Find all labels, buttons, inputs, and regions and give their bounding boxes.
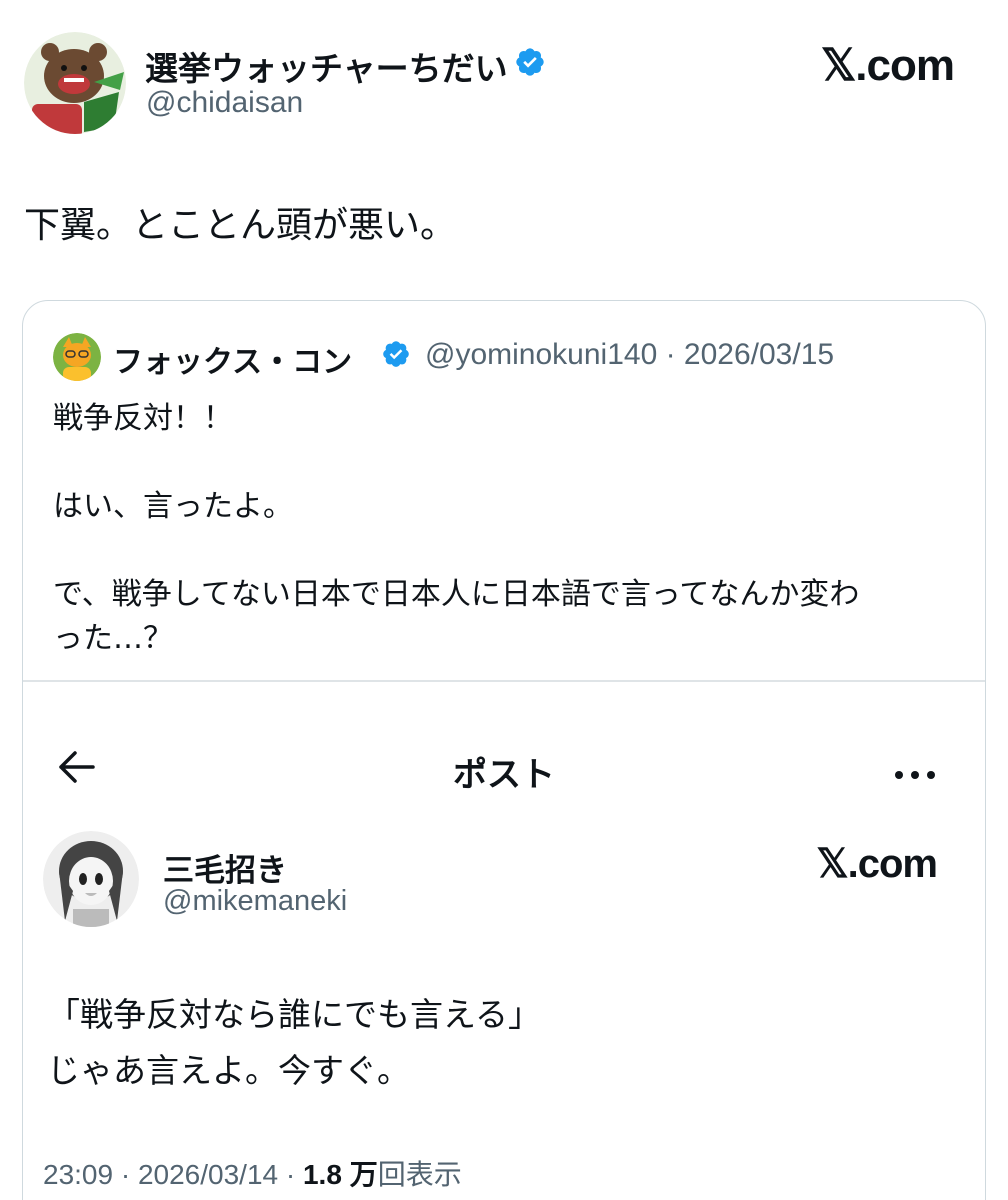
quote-display-name[interactable]: フォックス・コン — [113, 337, 352, 381]
page-title: ポスト — [453, 755, 555, 795]
avatar[interactable] — [24, 32, 126, 134]
x-logo: 𝕏.com — [816, 842, 938, 886]
quote-line: で、戦争してない日本で日本人に日本語で言ってなんか変わ — [53, 577, 860, 612]
screenshot-line: 「戦争反対なら誰にでも言える」 — [47, 995, 542, 1034]
verified-badge-icon — [381, 339, 411, 369]
verified-badge-icon — [514, 46, 546, 78]
screenshot-line: じゃあ言えよ。今すぐ。 — [47, 1051, 410, 1090]
views-label: 回表示 — [377, 1159, 462, 1190]
views-count: 1.8 万 — [302, 1159, 378, 1190]
x-logo: 𝕏.com — [820, 41, 955, 90]
quote-line: った…？ — [53, 621, 173, 656]
quote-tweet-card[interactable]: フォックス・コン @yominokuni140 · 2026/03/15 戦争反… — [22, 300, 986, 1200]
handle[interactable]: @chidaisan — [146, 86, 303, 120]
quote-handle-date[interactable]: @yominokuni140 · 2026/03/15 — [425, 338, 834, 372]
divider — [23, 680, 985, 682]
more-options-icon[interactable] — [893, 765, 937, 779]
timestamp[interactable]: 23:09 · 2026/03/14 · — [43, 1159, 303, 1190]
screenshot-body: 「戦争反対なら誰にでも言える」 じゃあ言えよ。今すぐ。 — [47, 987, 947, 1099]
quote-avatar[interactable] — [53, 333, 101, 381]
screenshot-display-name[interactable]: 三毛招き — [163, 845, 287, 890]
quote-line: はい、言ったよ。 — [53, 489, 293, 524]
post-meta: 23:09 · 2026/03/14 · 1.8 万回表示 — [43, 1153, 462, 1193]
screenshot-avatar[interactable] — [43, 831, 139, 927]
tweet-text: 下翼。とことん頭が悪い。 — [24, 205, 457, 246]
quote-body: 戦争反対！！ はい、言ったよ。 で、戦争してない日本で日本人に日本語で言ってなん… — [53, 397, 953, 661]
quote-line: 戦争反対！！ — [53, 401, 233, 436]
screenshot-handle[interactable]: @mikemaneki — [163, 885, 347, 918]
display-name[interactable]: 選挙ウォッチャーちだい — [145, 42, 508, 90]
